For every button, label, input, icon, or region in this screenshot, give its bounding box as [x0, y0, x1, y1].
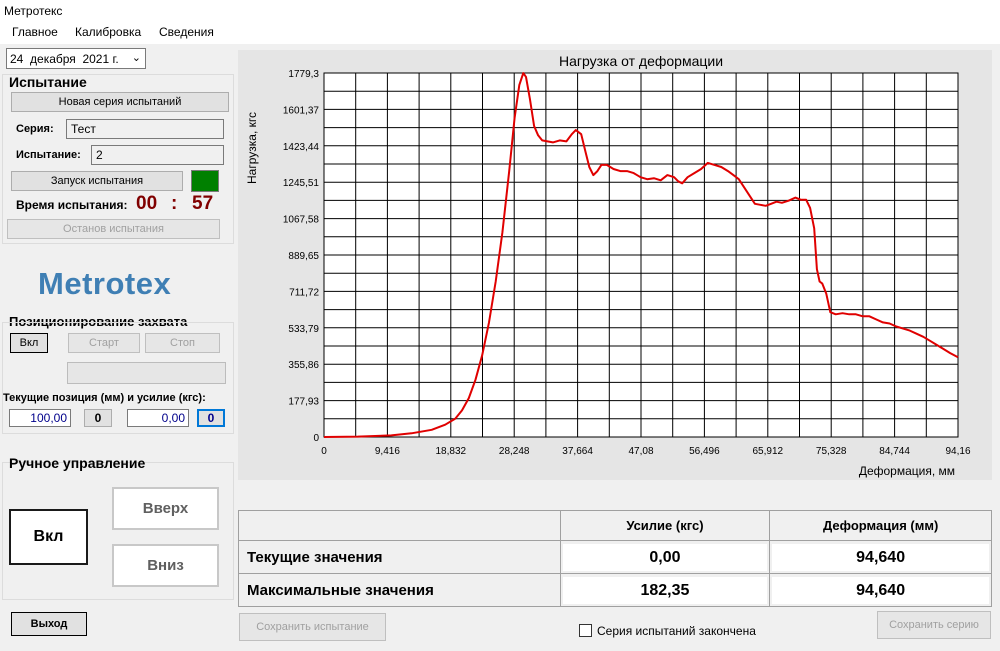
grip-force-value: 0,00: [127, 409, 189, 427]
x-tick-label: 84,744: [879, 446, 910, 457]
y-tick-label: 533,79: [288, 324, 319, 335]
results-header-deform: Деформация (мм): [769, 510, 992, 541]
test-time-minutes: 00: [136, 193, 158, 214]
manual-section-title: Ручное управление: [9, 455, 146, 471]
results-header-force: Усилие (кгс): [559, 510, 771, 541]
series-finished-label: Серия испытаний закончена: [597, 624, 756, 638]
save-series-button[interactable]: Сохранить серию: [877, 611, 991, 639]
grip-progress-bar: [67, 362, 226, 384]
test-time-seconds: 57: [192, 193, 214, 214]
x-tick-label: 47,08: [628, 446, 653, 457]
series-finished-checkbox[interactable]: [579, 624, 592, 637]
metrotex-logo: Metrotex: [38, 266, 172, 301]
save-test-button[interactable]: Сохранить испытание: [239, 613, 386, 641]
force-zero-button[interactable]: 0: [197, 409, 225, 427]
y-tick-label: 1067,58: [283, 215, 320, 226]
current-deform-value: 94,640: [769, 540, 992, 574]
new-series-button[interactable]: Новая серия испытаний: [11, 92, 229, 112]
test-time-label: Время испытания:: [16, 198, 128, 212]
grip-current-label: Текущие позиция (мм) и усилие (кгс):: [3, 392, 206, 404]
x-tick-label: 37,664: [562, 446, 593, 457]
y-tick-label: 1423,44: [283, 142, 320, 153]
trial-label: Испытание:: [16, 149, 81, 161]
x-tick-label: 65,912: [753, 446, 784, 457]
y-tick-label: 1245,51: [283, 178, 320, 189]
max-deform-cell: 94,640: [772, 576, 989, 604]
manual-up-button[interactable]: Вверх: [112, 487, 219, 530]
grip-start-button[interactable]: Старт: [68, 333, 140, 353]
trial-field[interactable]: 2: [91, 145, 224, 165]
test-time-separator: :: [171, 193, 178, 214]
current-deform-cell: 94,640: [772, 543, 989, 571]
y-tick-label: 1601,37: [283, 105, 320, 116]
manual-down-button[interactable]: Вниз: [112, 544, 219, 587]
y-tick-label: 711,72: [289, 287, 319, 298]
max-force-value: 182,35: [559, 573, 771, 607]
start-test-button[interactable]: Запуск испытания: [11, 171, 183, 191]
x-tick-label: 9,416: [375, 446, 400, 457]
menu-bar: Главное Калибровка Сведения: [0, 22, 1000, 44]
test-section-title: Испытание: [9, 74, 87, 90]
series-field[interactable]: Тест: [66, 119, 224, 139]
table-row: Текущие значения 0,00 94,640: [238, 540, 992, 574]
series-label: Серия:: [16, 123, 54, 135]
menu-item-main[interactable]: Главное: [12, 25, 58, 39]
date-picker[interactable]: 24 декабря 2021 г. ⌄: [6, 48, 146, 69]
y-tick-label: 1779,3: [288, 69, 319, 80]
x-tick-label: 94,16: [945, 446, 970, 457]
x-tick-label: 18,832: [436, 446, 467, 457]
chart-panel: 0 9,416 18,832 28,248 37,664 47,08 56,496 65,91…: [238, 50, 992, 480]
load-deformation-chart: 0 9,416 18,832 28,248 37,664 47,08 56,496 65,91…: [245, 53, 971, 478]
stop-test-button[interactable]: Останов испытания: [7, 219, 220, 239]
current-force-value: 0,00: [559, 540, 771, 574]
x-tick-label: 28,248: [499, 446, 530, 457]
y-axis-label: Нагрузка, кгс: [245, 112, 259, 184]
menu-item-calibration[interactable]: Калибровка: [75, 25, 141, 39]
grip-position-value: 100,00: [9, 409, 71, 427]
x-tick-label: 56,496: [689, 446, 720, 457]
status-indicator: [191, 170, 219, 192]
date-value: 24 декабря 2021 г.: [10, 52, 119, 66]
exit-button[interactable]: Выход: [11, 612, 87, 636]
x-tick-label: 0: [321, 446, 327, 457]
x-axis-label: Деформация, мм: [859, 464, 955, 478]
row-label-current: Текущие значения: [238, 540, 561, 574]
grip-on-button[interactable]: Вкл: [10, 333, 48, 353]
results-header-empty: [238, 510, 561, 541]
max-force-cell: 182,35: [562, 576, 768, 604]
x-tick-label: 75,328: [816, 446, 847, 457]
y-tick-label: 355,86: [288, 360, 319, 371]
table-row: Максимальные значения 182,35 94,640: [238, 573, 992, 607]
y-tick-label: 889,65: [288, 251, 319, 262]
current-force-cell: 0,00: [562, 543, 768, 571]
y-tick-label: 0: [313, 433, 319, 444]
max-deform-value: 94,640: [769, 573, 992, 607]
row-label-max: Максимальные значения: [238, 573, 561, 607]
chevron-down-icon[interactable]: ⌄: [132, 51, 141, 64]
y-tick-label: 177,93: [288, 397, 319, 408]
chart-title: Нагрузка от деформации: [559, 53, 723, 69]
manual-on-button[interactable]: Вкл: [9, 509, 88, 565]
grip-stop-button[interactable]: Стоп: [145, 333, 220, 353]
menu-item-info[interactable]: Сведения: [159, 25, 214, 39]
results-table: Усилие (кгс) Деформация (мм) Текущие зна…: [238, 510, 992, 607]
window-title: Метротекс: [0, 0, 1000, 22]
position-zero-button[interactable]: 0: [84, 409, 112, 427]
